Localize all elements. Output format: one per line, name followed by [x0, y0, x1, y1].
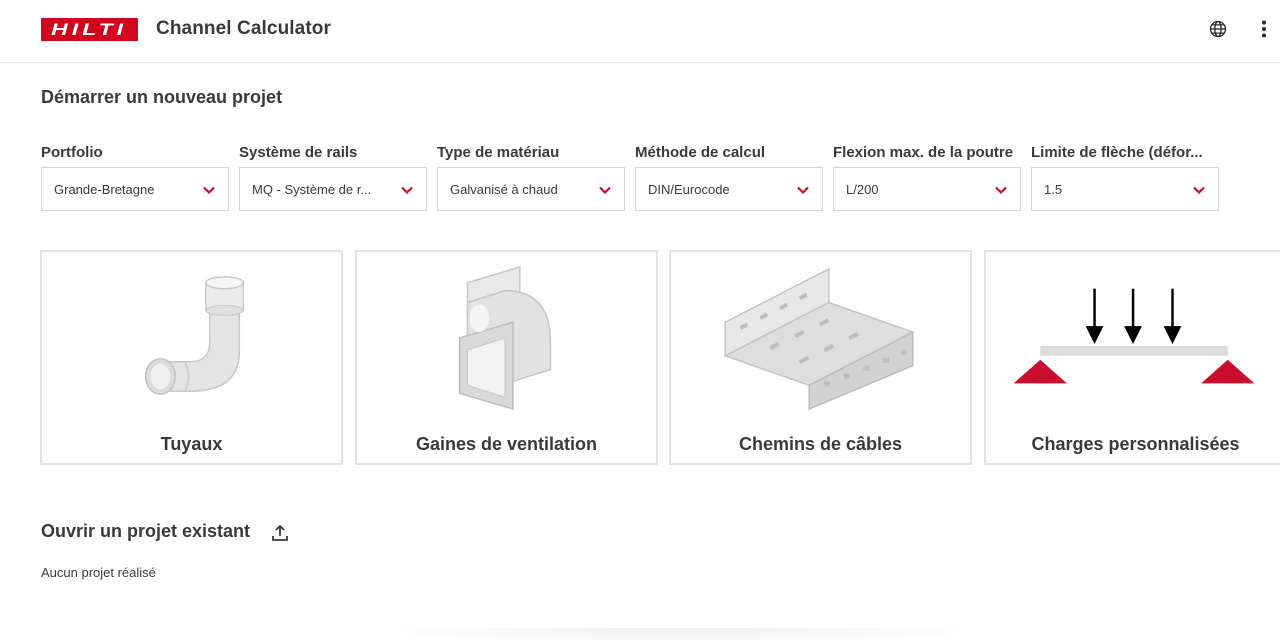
deflection-limit-select[interactable]: 1.5	[1031, 167, 1219, 211]
max-deflection-select[interactable]: L/200	[833, 167, 1021, 211]
chevron-down-icon	[599, 186, 611, 195]
field-label: Type de matériau	[437, 144, 560, 161]
globe-icon	[1209, 20, 1227, 38]
calc-method-select[interactable]: DIN/Eurocode	[635, 167, 823, 211]
select-value: DIN/Eurocode	[648, 182, 730, 197]
select-value: L/200	[846, 182, 879, 197]
more-vertical-icon	[1262, 20, 1266, 38]
bottom-shadow	[360, 628, 1000, 640]
select-value: 1.5	[1044, 182, 1063, 197]
field-label: Méthode de calcul	[635, 144, 766, 161]
card-cable-trays[interactable]: Chemins de câbles	[669, 250, 972, 465]
field-label: Limite de flèche (défor...	[1031, 144, 1203, 161]
chevron-down-icon	[1193, 186, 1205, 195]
field-label: Système de rails	[239, 144, 358, 161]
chevron-down-icon	[797, 186, 809, 195]
app-header: HILTI Channel Calculator	[0, 0, 1280, 63]
material-type-select[interactable]: Galvanisé à chaud	[437, 167, 625, 211]
field-rail-system: Système de rails MQ - Système de r...	[239, 144, 427, 211]
rail-system-select[interactable]: MQ - Système de r...	[239, 167, 427, 211]
cable-tray-icon	[723, 267, 915, 411]
card-label: Charges personnalisées	[1031, 434, 1240, 454]
chevron-down-icon	[203, 186, 215, 195]
field-label: Flexion max. de la poutre	[833, 144, 1014, 161]
field-label: Portfolio	[41, 144, 103, 161]
field-deflection-limit: Limite de flèche (défor... 1.5	[1031, 144, 1219, 211]
select-value: MQ - Système de r...	[252, 182, 372, 197]
app-title: Channel Calculator	[156, 18, 331, 39]
portfolio-select[interactable]: Grande-Bretagne	[41, 167, 229, 211]
custom-load-icon	[1013, 288, 1255, 384]
card-label: Gaines de ventilation	[415, 434, 598, 454]
card-ventilation-ducts[interactable]: Gaines de ventilation	[355, 250, 658, 465]
field-material-type: Type de matériau Galvanisé à chaud	[437, 144, 625, 211]
more-menu-button[interactable]	[1254, 18, 1274, 40]
card-custom-loads[interactable]: Charges personnalisées	[984, 250, 1280, 465]
card-pipes[interactable]: Tuyaux	[40, 250, 343, 465]
card-label: Tuyaux	[160, 434, 223, 454]
field-max-deflection: Flexion max. de la poutre L/200	[833, 144, 1021, 211]
upload-icon[interactable]	[270, 523, 290, 543]
pipe-elbow-icon	[144, 276, 245, 396]
ventilation-duct-icon	[458, 265, 552, 411]
field-calc-method: Méthode de calcul DIN/Eurocode	[635, 144, 823, 211]
select-value: Galvanisé à chaud	[450, 182, 558, 197]
open-project-title: Ouvrir un projet existant	[41, 521, 251, 541]
chevron-down-icon	[995, 186, 1007, 195]
select-value: Grande-Bretagne	[54, 182, 155, 197]
language-button[interactable]	[1207, 18, 1229, 40]
new-project-title: Démarrer un nouveau projet	[41, 87, 283, 107]
no-projects-text: Aucun projet réalisé	[41, 565, 156, 580]
card-label: Chemins de câbles	[738, 434, 903, 454]
hilti-logo[interactable]: HILTI	[41, 18, 138, 41]
chevron-down-icon	[401, 186, 413, 195]
logo-text: HILTI	[51, 19, 128, 39]
field-portfolio: Portfolio Grande-Bretagne	[41, 144, 229, 211]
